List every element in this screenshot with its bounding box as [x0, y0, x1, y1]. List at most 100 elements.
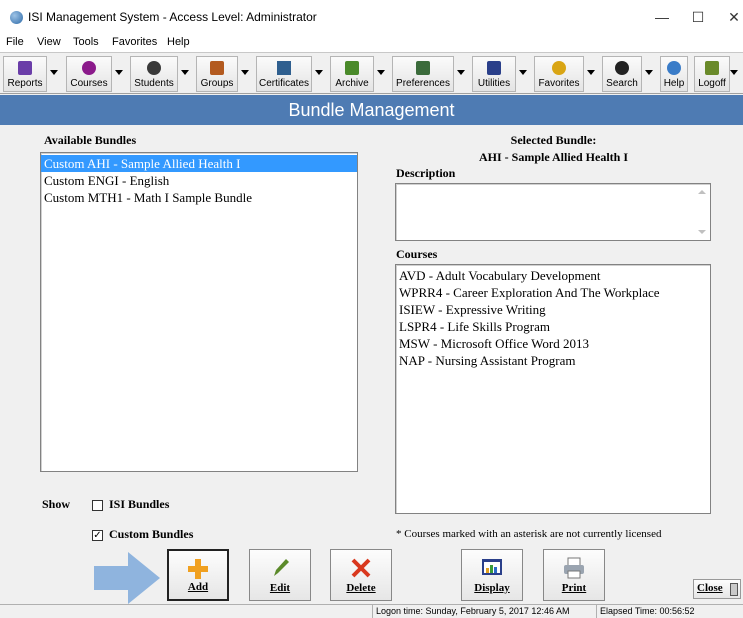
reports-icon — [18, 61, 32, 75]
toolbar: Reports Courses Students Groups Certific… — [0, 52, 743, 94]
app-icon — [10, 11, 23, 24]
close-window-button[interactable]: ✕ — [722, 6, 743, 28]
toolbar-courses-label: Courses — [70, 78, 108, 89]
print-button[interactable]: Print — [543, 549, 605, 601]
courses-label: Courses — [396, 247, 438, 261]
isi-bundles-checkbox[interactable] — [92, 500, 103, 511]
menu-help[interactable]: Help — [167, 36, 190, 48]
edit-button[interactable]: Edit — [249, 549, 311, 601]
toolbar-students-label: Students — [134, 78, 174, 89]
toolbar-courses-button[interactable]: Courses — [66, 56, 123, 92]
favorites-icon — [552, 61, 566, 75]
courses-list[interactable]: AVD - Adult Vocabulary Development WPRR4… — [395, 264, 711, 514]
chevron-down-icon[interactable] — [50, 70, 58, 75]
door-exit-icon — [730, 583, 738, 596]
certificates-icon — [277, 61, 291, 75]
preferences-icon — [416, 61, 430, 75]
toolbar-utilities-label: Utilities — [477, 78, 511, 89]
toolbar-help-label: Help — [663, 78, 685, 89]
status-bar: Logon time: Sunday, February 5, 2017 12:… — [0, 604, 743, 618]
chevron-down-icon[interactable] — [730, 70, 738, 75]
list-item[interactable]: MSW - Microsoft Office Word 2013 — [396, 335, 710, 352]
list-item[interactable]: Custom MTH1 - Math I Sample Bundle — [41, 189, 357, 206]
title-bar: ISI Management System - Access Level: Ad… — [0, 0, 743, 34]
toolbar-help-button[interactable]: Help — [660, 56, 688, 92]
close-button[interactable]: Close — [693, 579, 741, 599]
menu-file[interactable]: File — [6, 36, 24, 48]
toolbar-students-button[interactable]: Students — [130, 56, 189, 92]
add-button[interactable]: Add — [167, 549, 229, 601]
toolbar-search-label: Search — [606, 78, 638, 89]
elapsed-time: Elapsed Time: 00:56:52 — [596, 605, 695, 618]
chevron-down-icon[interactable] — [181, 70, 189, 75]
add-icon — [188, 559, 208, 579]
list-item[interactable]: Custom AHI - Sample Allied Health I — [41, 155, 357, 172]
menu-favorites[interactable]: Favorites — [112, 36, 157, 48]
search-icon — [615, 61, 629, 75]
list-item[interactable]: ISIEW - Expressive Writing — [396, 301, 710, 318]
chevron-down-icon[interactable] — [519, 70, 527, 75]
display-icon — [482, 559, 502, 575]
students-icon — [147, 61, 161, 75]
toolbar-groups-label: Groups — [200, 78, 234, 89]
menu-view[interactable]: View — [37, 36, 61, 48]
utilities-icon — [487, 61, 501, 75]
toolbar-reports-label: Reports — [7, 78, 43, 89]
list-item[interactable]: Custom ENGI - English — [41, 172, 357, 189]
toolbar-utilities-button[interactable]: Utilities — [472, 56, 527, 92]
available-bundles-heading: Available Bundles — [44, 133, 137, 147]
description-scrollbar[interactable] — [695, 185, 709, 239]
delete-button[interactable]: Delete — [330, 549, 392, 601]
toolbar-preferences-button[interactable]: Preferences — [392, 56, 465, 92]
available-bundles-list[interactable]: Custom AHI - Sample Allied Health I Cust… — [40, 152, 358, 472]
scroll-down-icon[interactable] — [698, 230, 706, 234]
list-item[interactable]: LSPR4 - Life Skills Program — [396, 318, 710, 335]
logoff-icon — [705, 61, 719, 75]
toolbar-archive-label: Archive — [335, 78, 369, 89]
custom-bundles-label: Custom Bundles — [109, 527, 194, 541]
add-button-label: Add — [187, 581, 209, 593]
toolbar-favorites-button[interactable]: Favorites — [534, 56, 595, 92]
toolbar-certificates-button[interactable]: Certificates — [256, 56, 323, 92]
pointer-arrow-icon — [94, 552, 160, 604]
chevron-down-icon[interactable] — [377, 70, 385, 75]
list-item[interactable]: WPRR4 - Career Exploration And The Workp… — [396, 284, 710, 301]
menu-tools[interactable]: Tools — [73, 36, 99, 48]
description-field[interactable] — [395, 183, 711, 241]
display-button-label: Display — [474, 582, 510, 594]
chevron-down-icon[interactable] — [241, 70, 249, 75]
toolbar-logoff-button[interactable]: Logoff — [694, 56, 738, 92]
menu-bar: File View Tools Favorites Help — [0, 34, 743, 52]
delete-button-label: Delete — [346, 582, 376, 594]
toolbar-logoff-label: Logoff — [698, 78, 726, 89]
chevron-down-icon[interactable] — [315, 70, 323, 75]
list-item[interactable]: NAP - Nursing Assistant Program — [396, 352, 710, 369]
display-button[interactable]: Display — [461, 549, 523, 601]
chevron-down-icon[interactable] — [645, 70, 653, 75]
toolbar-certificates-label: Certificates — [258, 78, 309, 89]
list-item[interactable]: AVD - Adult Vocabulary Development — [396, 267, 710, 284]
custom-bundles-checkbox[interactable]: ✓ — [92, 530, 103, 541]
isi-bundles-label: ISI Bundles — [109, 497, 170, 511]
license-footnote: * Courses marked with an asterisk are no… — [396, 528, 662, 540]
edit-button-label: Edit — [269, 582, 291, 594]
toolbar-archive-button[interactable]: Archive — [330, 56, 385, 92]
scroll-up-icon[interactable] — [698, 190, 706, 194]
minimize-button[interactable]: — — [650, 6, 674, 28]
chevron-down-icon[interactable] — [115, 70, 123, 75]
toolbar-search-button[interactable]: Search — [602, 56, 653, 92]
chevron-down-icon[interactable] — [457, 70, 465, 75]
toolbar-preferences-label: Preferences — [396, 78, 450, 89]
toolbar-favorites-label: Favorites — [538, 78, 580, 89]
toolbar-reports-button[interactable]: Reports — [3, 56, 58, 92]
selected-bundle-name: AHI - Sample Allied Health I — [478, 150, 628, 164]
chevron-down-icon[interactable] — [587, 70, 595, 75]
toolbar-groups-button[interactable]: Groups — [196, 56, 249, 92]
print-button-label: Print — [561, 582, 587, 594]
archive-icon — [345, 61, 359, 75]
window-title: ISI Management System - Access Level: Ad… — [28, 10, 317, 24]
courses-icon — [82, 61, 96, 75]
maximize-button[interactable]: ☐ — [686, 6, 710, 28]
help-icon — [667, 61, 681, 75]
logon-time: Logon time: Sunday, February 5, 2017 12:… — [372, 605, 569, 618]
